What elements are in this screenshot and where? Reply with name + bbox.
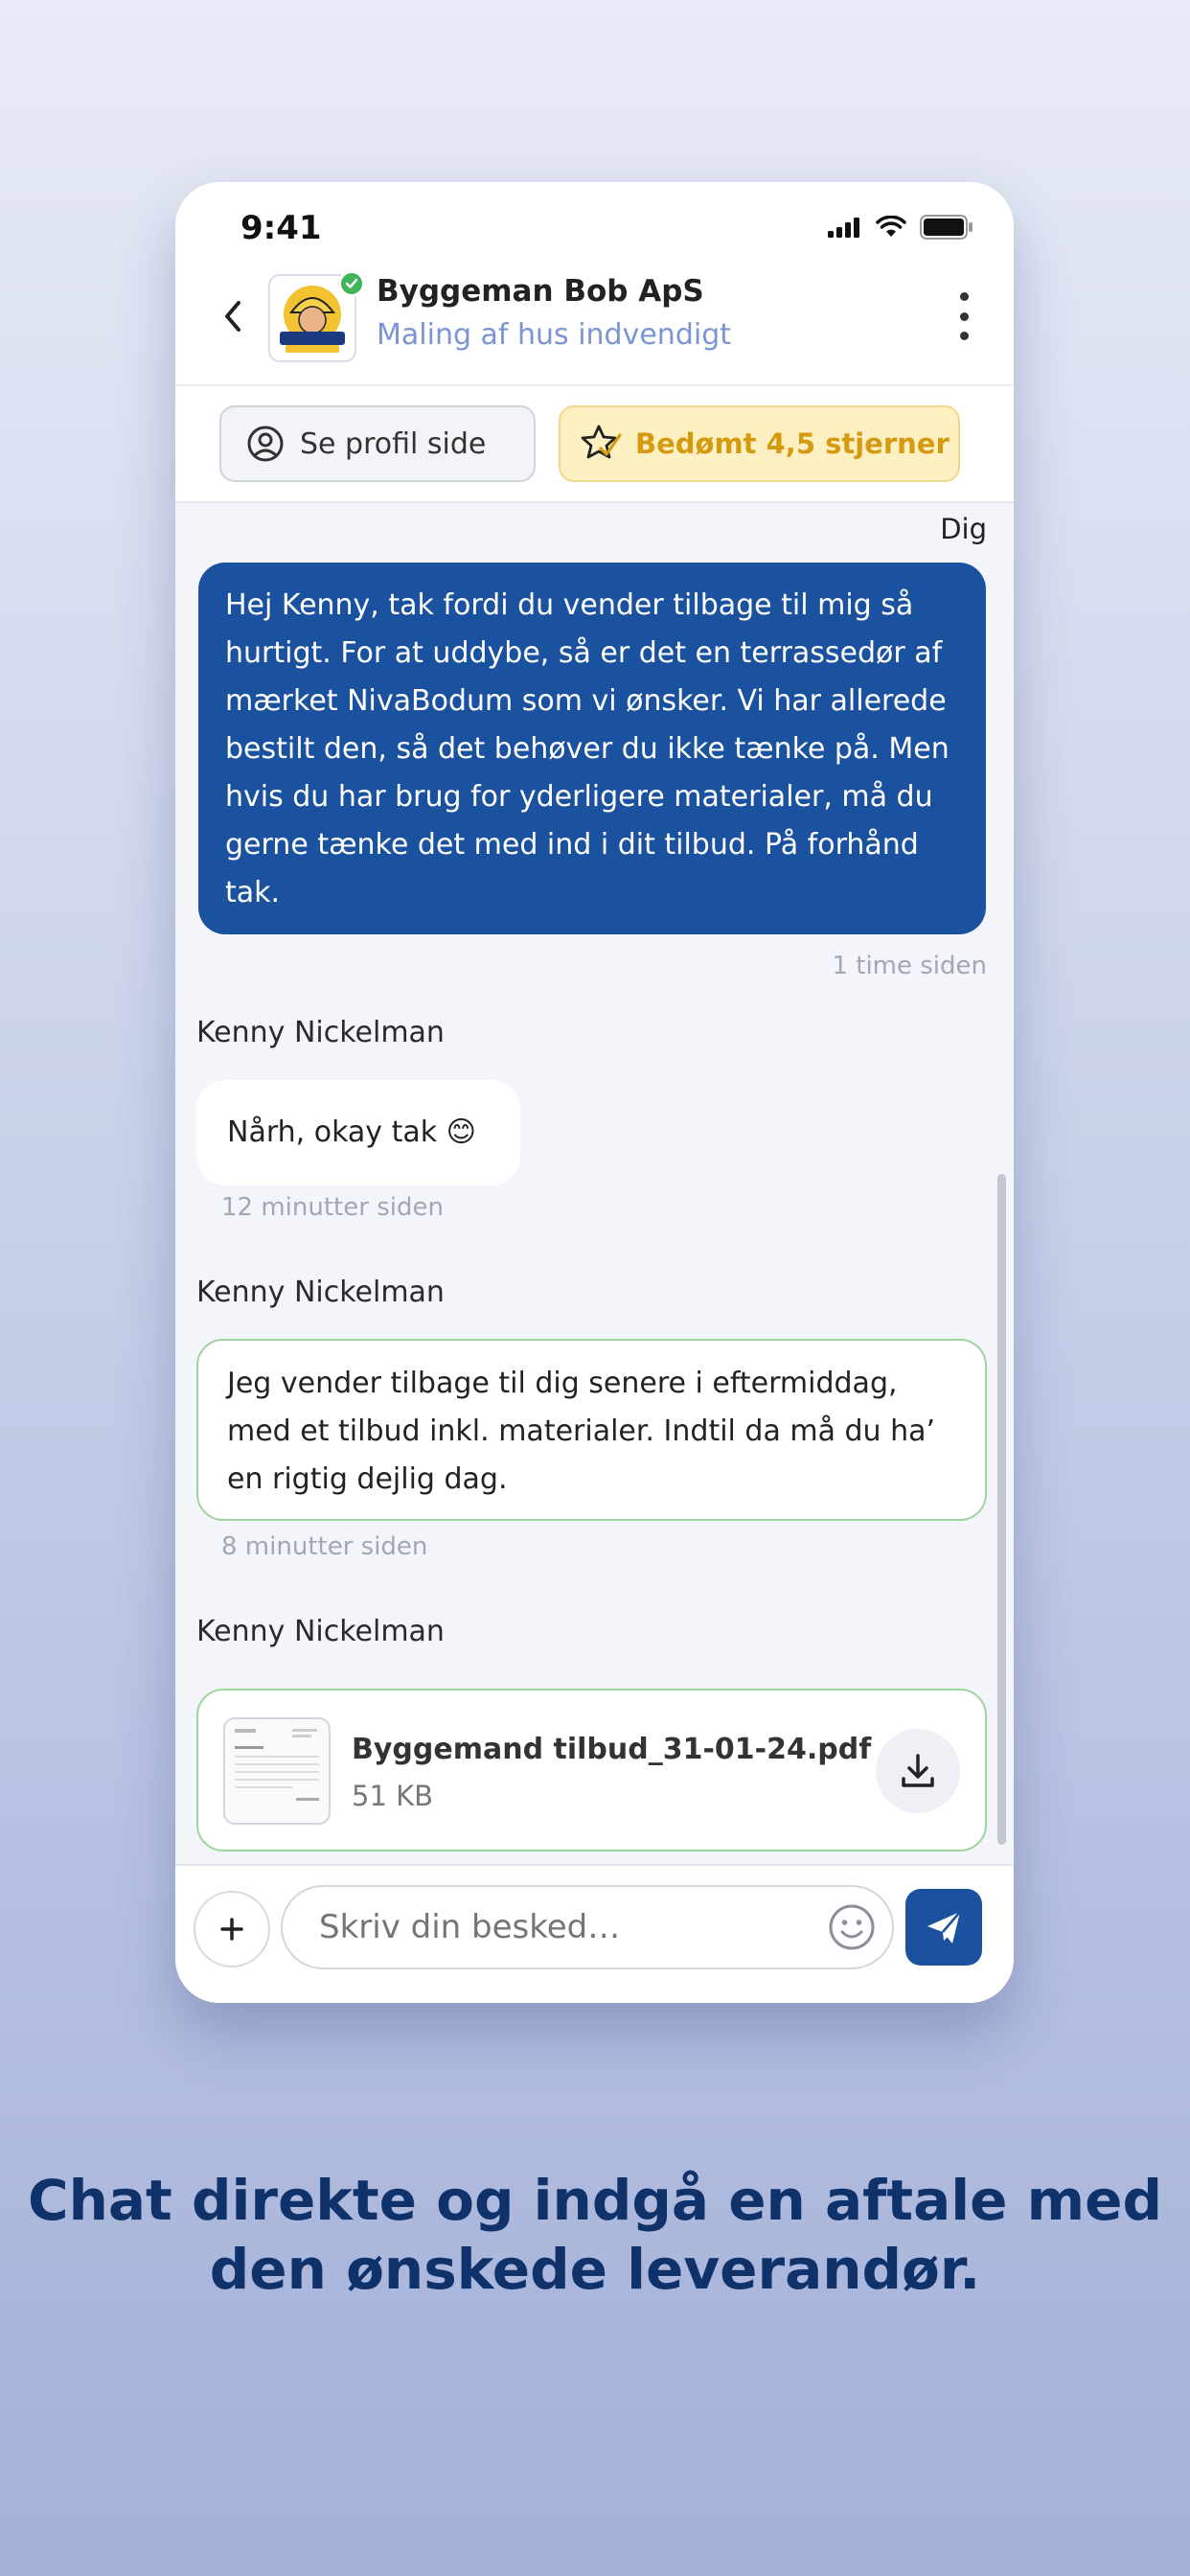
message-time: 12 minutter siden <box>221 1193 444 1222</box>
chat-header: 9:41 Byggeman Bob ApS Maling af hus indv… <box>175 182 1014 503</box>
sender-label: Kenny Nickelman <box>196 1016 445 1049</box>
message-bubble-incoming: Nårh, okay tak 😊 <box>196 1080 520 1185</box>
file-name: Byggemand tilbud_31-01-24.pdf <box>352 1733 872 1766</box>
status-time: 9:41 <box>240 209 322 247</box>
download-button[interactable] <box>876 1729 960 1813</box>
more-options-icon[interactable] <box>956 292 972 340</box>
sender-label: Kenny Nickelman <box>196 1276 445 1309</box>
attach-button[interactable] <box>194 1891 270 1967</box>
emoji-icon[interactable] <box>827 1902 877 1952</box>
download-icon <box>902 1754 934 1787</box>
message-bubble-outgoing: Hej Kenny, tak fordi du vender tilbage t… <box>198 563 986 934</box>
send-paper-plane-icon <box>927 1911 961 1944</box>
pdf-thumbnail <box>223 1717 331 1825</box>
plus-icon <box>220 1918 243 1941</box>
star-check-icon <box>581 425 622 459</box>
scrollbar[interactable] <box>997 1174 1006 1845</box>
file-attachment[interactable]: Byggemand tilbud_31-01-24.pdf 51 KB <box>196 1689 987 1852</box>
verified-check-icon <box>338 270 365 297</box>
send-button[interactable] <box>905 1889 982 1966</box>
message-input[interactable] <box>281 1885 894 1969</box>
marketing-tagline: Chat direkte og indgå en aftale med den … <box>28 2168 1162 2302</box>
header-divider <box>175 384 1014 386</box>
job-subtitle: Maling af hus indvendigt <box>377 318 732 352</box>
signal-icon <box>828 218 859 238</box>
company-name: Byggeman Bob ApS <box>377 274 704 309</box>
view-profile-button[interactable]: Se profil side <box>219 405 536 482</box>
rating-button[interactable]: Bedømt 4,5 stjerner <box>559 405 960 482</box>
message-time: 8 minutter siden <box>221 1532 428 1561</box>
composer-bar <box>175 1864 1014 2003</box>
view-profile-label: Se profil side <box>300 426 487 461</box>
battery-icon <box>920 215 973 240</box>
composer-divider <box>175 1864 1014 1866</box>
message-time: 1 time siden <box>832 952 987 980</box>
status-icons <box>828 215 973 240</box>
rating-label: Bedømt 4,5 stjerner <box>635 427 950 460</box>
message-bubble-incoming: Jeg vender tilbage til dig senere i efte… <box>196 1339 987 1521</box>
sender-label: Kenny Nickelman <box>196 1615 445 1648</box>
back-chevron-icon[interactable] <box>214 297 252 335</box>
sender-label-me: Dig <box>940 513 987 545</box>
phone-mockup: 9:41 Byggeman Bob ApS Maling af hus indv… <box>175 182 1014 2003</box>
file-size: 51 KB <box>352 1780 434 1812</box>
user-circle-icon <box>247 426 284 462</box>
message-list[interactable]: Dig Hej Kenny, tak fordi du vender tilba… <box>175 503 1014 1854</box>
wifi-icon <box>876 216 906 237</box>
